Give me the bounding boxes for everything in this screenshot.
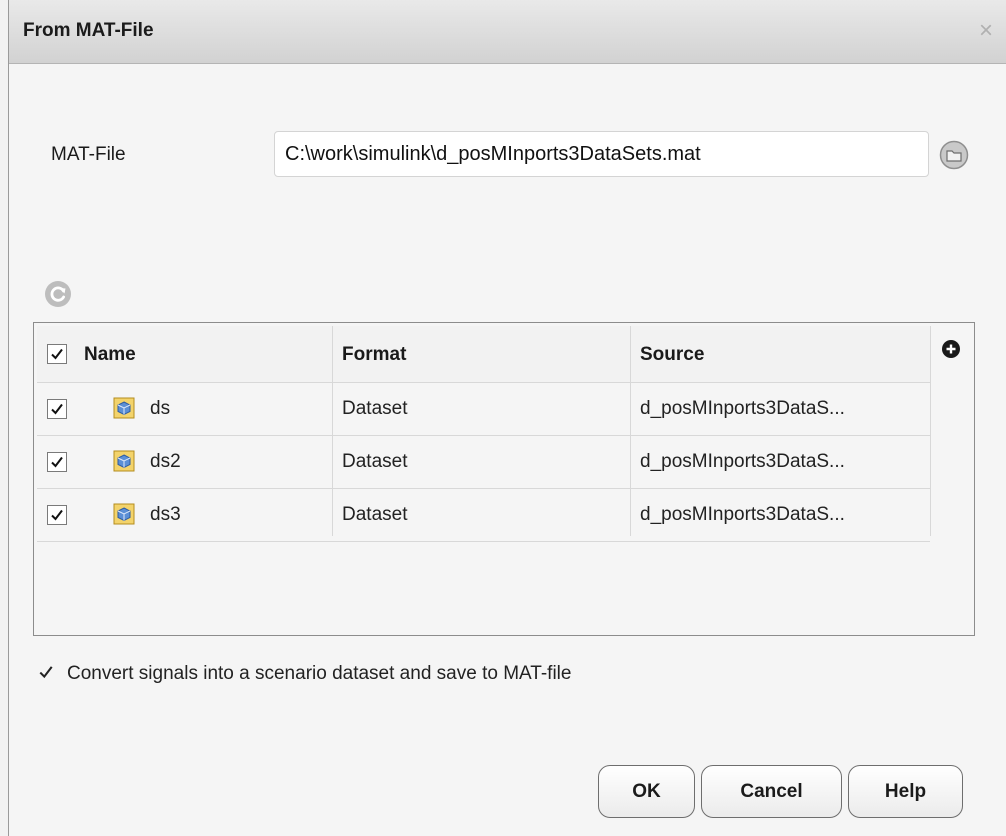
plus-circle-icon[interactable] xyxy=(941,339,961,359)
row-source: d_posMInports3DataS... xyxy=(640,451,845,472)
row-format: Dataset xyxy=(342,451,408,472)
column-divider[interactable] xyxy=(332,326,333,536)
refresh-icon[interactable] xyxy=(44,280,72,308)
row-source: d_posMInports3DataS... xyxy=(640,398,845,419)
title-bar[interactable]: From MAT-File × xyxy=(9,0,1006,64)
column-header-source[interactable]: Source xyxy=(640,344,704,366)
column-header-format[interactable]: Format xyxy=(342,344,406,366)
folder-open-icon[interactable] xyxy=(939,140,969,170)
checkmark-icon xyxy=(51,403,63,415)
row-source: d_posMInports3DataS... xyxy=(640,504,845,525)
close-icon[interactable]: × xyxy=(979,17,993,45)
row-checkbox[interactable] xyxy=(47,399,67,419)
dataset-icon xyxy=(113,450,135,472)
column-divider[interactable] xyxy=(630,326,631,536)
row-format: Dataset xyxy=(342,504,408,525)
checkmark-icon xyxy=(51,348,63,360)
row-name: ds xyxy=(150,398,171,419)
help-button[interactable]: Help xyxy=(848,765,963,818)
dialog-title: From MAT-File xyxy=(23,20,154,41)
signals-table: Name Format Source ds Dataset d_posMInpo… xyxy=(33,322,975,636)
checkmark-icon xyxy=(51,509,63,521)
dataset-icon xyxy=(113,503,135,525)
column-divider xyxy=(930,326,931,536)
dataset-icon xyxy=(113,397,135,419)
from-mat-file-dialog: From MAT-File × MAT-File Name Format Sou… xyxy=(8,0,1006,836)
checkmark-icon xyxy=(39,666,53,679)
select-all-checkbox[interactable] xyxy=(47,344,67,364)
row-name: ds3 xyxy=(150,504,181,525)
cancel-button[interactable]: Cancel xyxy=(701,765,842,818)
table-row[interactable]: ds Dataset d_posMInports3DataS... xyxy=(37,383,930,436)
row-checkbox[interactable] xyxy=(47,452,67,472)
convert-label[interactable]: Convert signals into a scenario dataset … xyxy=(67,663,571,685)
table-header: Name Format Source xyxy=(37,326,930,383)
table-row[interactable]: ds3 Dataset d_posMInports3DataS... xyxy=(37,489,930,542)
row-format: Dataset xyxy=(342,398,408,419)
mat-file-label: MAT-File xyxy=(51,144,126,165)
mat-file-input[interactable] xyxy=(274,131,929,177)
convert-checkbox[interactable] xyxy=(36,662,56,682)
checkmark-icon xyxy=(51,456,63,468)
row-name: ds2 xyxy=(150,451,181,472)
table-row[interactable]: ds2 Dataset d_posMInports3DataS... xyxy=(37,436,930,489)
column-header-name[interactable]: Name xyxy=(84,344,136,366)
row-checkbox[interactable] xyxy=(47,505,67,525)
ok-button[interactable]: OK xyxy=(598,765,695,818)
